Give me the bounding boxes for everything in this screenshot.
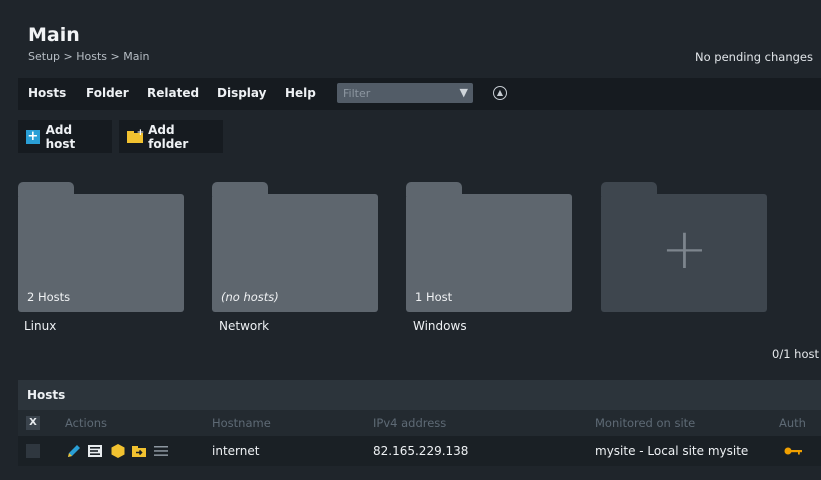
folder-network[interactable]: (no hosts) bbox=[212, 182, 378, 312]
row-checkbox[interactable] bbox=[26, 444, 40, 458]
filter-box: ▼ bbox=[337, 83, 473, 103]
menu-folder[interactable]: Folder bbox=[86, 86, 129, 100]
table-title: Hosts bbox=[18, 380, 821, 410]
rules-icon[interactable] bbox=[110, 443, 126, 459]
pending-changes-status[interactable]: No pending changes bbox=[695, 50, 813, 64]
col-actions: Actions bbox=[65, 416, 108, 430]
menu-help[interactable]: Help bbox=[285, 86, 316, 100]
folder-host-count: 2 Hosts bbox=[27, 290, 71, 304]
plus-icon: + bbox=[661, 217, 708, 282]
add-folder-tile[interactable]: + bbox=[601, 182, 767, 312]
add-folder-label: Add folder bbox=[148, 122, 189, 151]
folder-windows[interactable]: 1 Host bbox=[406, 182, 572, 312]
filter-input[interactable] bbox=[337, 83, 449, 103]
add-folder-icon: + bbox=[127, 128, 144, 143]
host-count: 0/1 host bbox=[772, 347, 819, 361]
menu-hosts[interactable]: Hosts bbox=[28, 86, 66, 100]
hosts-table: Hosts X Actions Hostname IPv4 address Mo… bbox=[18, 380, 821, 466]
col-ipv4[interactable]: IPv4 address bbox=[373, 416, 446, 430]
folder-linux[interactable]: 2 Hosts bbox=[18, 182, 184, 312]
move-folder-icon[interactable] bbox=[131, 443, 147, 459]
table-row: internet 82.165.229.138 mysite - Local s… bbox=[18, 436, 821, 466]
menu-bar: Hosts Folder Related Display Help ▼ ▲ bbox=[18, 78, 821, 110]
menu-display[interactable]: Display bbox=[217, 86, 266, 100]
folder-host-count: 1 Host bbox=[415, 290, 453, 304]
folder-name-windows[interactable]: Windows bbox=[413, 319, 467, 333]
key-icon[interactable] bbox=[783, 443, 803, 459]
add-host-button[interactable]: + Add host bbox=[18, 120, 112, 153]
menu-related[interactable]: Related bbox=[147, 86, 199, 100]
edit-icon[interactable] bbox=[66, 443, 82, 459]
hostname-link[interactable]: internet bbox=[212, 444, 259, 458]
add-host-icon: + bbox=[26, 128, 40, 144]
add-host-label: Add host bbox=[45, 122, 76, 151]
breadcrumb[interactable]: Setup > Hosts > Main bbox=[28, 50, 149, 63]
add-folder-button[interactable]: + Add folder bbox=[119, 120, 223, 153]
table-header: X Actions Hostname IPv4 address Monitore… bbox=[18, 410, 821, 436]
folder-name-linux[interactable]: Linux bbox=[24, 319, 56, 333]
select-all-toggle[interactable]: X bbox=[26, 416, 40, 430]
monitored-site: mysite - Local site mysite bbox=[595, 444, 749, 458]
collapse-toggle-icon[interactable]: ▲ bbox=[493, 86, 507, 100]
menu-icon[interactable] bbox=[153, 443, 169, 459]
ipv4-address: 82.165.229.138 bbox=[373, 444, 469, 458]
filter-icon[interactable]: ▼ bbox=[460, 86, 468, 99]
properties-icon[interactable] bbox=[87, 443, 103, 459]
page-title: Main bbox=[28, 24, 80, 46]
folder-name-network[interactable]: Network bbox=[219, 319, 269, 333]
col-hostname[interactable]: Hostname bbox=[212, 416, 271, 430]
folder-host-count: (no hosts) bbox=[221, 290, 279, 304]
col-site[interactable]: Monitored on site bbox=[595, 416, 695, 430]
col-auth[interactable]: Auth bbox=[779, 416, 806, 430]
